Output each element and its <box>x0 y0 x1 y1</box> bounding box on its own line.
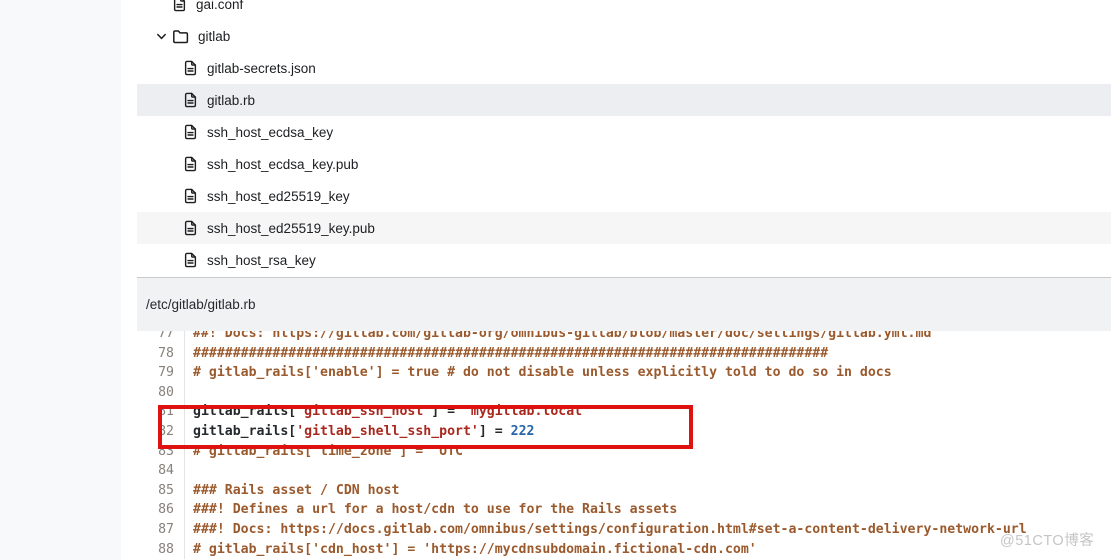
file-icon <box>183 60 198 76</box>
tree-item-label: gai.conf <box>196 0 244 12</box>
tree-item-gitlab[interactable]: gitlab <box>137 20 1111 52</box>
code-line: 81 gitlab_rails['gitlab_ssh_host'] = 'myg… <box>137 402 1111 422</box>
tree-item-gai-conf[interactable]: gai.conf <box>137 0 1111 20</box>
code-line: 82 gitlab_rails['gitlab_shell_ssh_port'] … <box>137 421 1111 442</box>
line-number[interactable]: 87 <box>137 519 185 540</box>
file-icon <box>183 124 198 140</box>
code-lines: 77 ##! Docs: https://gitlab.com/gitlab-or… <box>137 331 1111 560</box>
line-number[interactable]: 81 <box>137 402 185 422</box>
code-line-text: # gitlab_rails['cdn_host'] = 'https://my… <box>193 541 757 557</box>
line-number[interactable]: 85 <box>137 480 185 501</box>
code-line-text: ### Rails asset / CDN host <box>193 482 400 498</box>
line-number[interactable]: 78 <box>137 343 185 364</box>
line-number[interactable]: 77 <box>137 331 185 344</box>
code-line: 85 ### Rails asset / CDN host <box>137 480 1111 501</box>
tree-item-label: ssh_host_ed25519_key.pub <box>207 220 375 236</box>
code-line-text: # gitlab_rails['enable'] = true # do not… <box>193 365 892 381</box>
chevron-down-icon[interactable] <box>155 30 172 43</box>
tree-item-label: gitlab <box>198 28 231 44</box>
page-left-gutter <box>0 0 121 560</box>
code-line-text: gitlab_rails['gitlab_shell_ssh_port'] = … <box>193 423 535 439</box>
code-viewer: 77 ##! Docs: https://gitlab.com/gitlab-or… <box>137 331 1111 560</box>
tree-item-label: gitlab-secrets.json <box>207 60 316 76</box>
code-line: 77 ##! Docs: https://gitlab.com/gitlab-or… <box>137 331 1111 344</box>
line-number[interactable]: 83 <box>137 441 185 462</box>
file-icon <box>183 220 198 236</box>
line-number[interactable]: 79 <box>137 363 185 383</box>
file-tree: gai.conf gitlab gitlab-secrets.json gitlab.… <box>137 0 1111 277</box>
line-number[interactable]: 88 <box>137 539 185 560</box>
line-number[interactable]: 80 <box>137 382 185 403</box>
file-viewer-panel: gai.conf gitlab gitlab-secrets.json gitlab.… <box>137 0 1111 560</box>
code-line-text: gitlab_rails['gitlab_ssh_host'] = 'mygit… <box>193 404 591 420</box>
code-line-text: ########################################… <box>193 345 829 361</box>
file-icon <box>183 188 198 204</box>
tree-item-gitlab-secrets-json[interactable]: gitlab-secrets.json <box>137 52 1111 84</box>
tree-item-ssh-host-ed25519-key[interactable]: ssh_host_ed25519_key <box>137 180 1111 212</box>
tree-item-label: ssh_host_ed25519_key <box>207 188 350 204</box>
tree-item-ssh-host-ecdsa-key-pub[interactable]: ssh_host_ecdsa_key.pub <box>137 148 1111 180</box>
tree-item-label: ssh_host_ecdsa_key.pub <box>207 156 359 172</box>
code-line-text: # gitlab_rails['time_zone'] = 'UTC' <box>193 443 471 459</box>
code-line: 80 <box>137 382 1111 403</box>
code-line-text: ###! Defines a url for a host/cdn to use… <box>193 502 678 518</box>
code-line: 83 # gitlab_rails['time_zone'] = 'UTC' <box>137 441 1111 462</box>
file-path-bar: /etc/gitlab/gitlab.rb <box>137 278 1111 331</box>
file-path: /etc/gitlab/gitlab.rb <box>146 297 256 312</box>
folder-icon <box>172 29 189 44</box>
tree-item-ssh-host-ecdsa-key[interactable]: ssh_host_ecdsa_key <box>137 116 1111 148</box>
code-line-text: ##! Docs: https://gitlab.com/gitlab-org/… <box>193 331 932 341</box>
line-number[interactable]: 82 <box>137 421 185 442</box>
file-icon <box>183 156 198 172</box>
tree-item-ssh-host-rsa-key[interactable]: ssh_host_rsa_key <box>137 244 1111 276</box>
code-line: 88 # gitlab_rails['cdn_host'] = 'https://… <box>137 539 1111 560</box>
code-line: 84 <box>137 461 1111 481</box>
code-line: 79 # gitlab_rails['enable'] = true # do n… <box>137 363 1111 383</box>
code-line: 78 ######################################… <box>137 343 1111 364</box>
file-icon <box>183 92 198 108</box>
tree-item-label: ssh_host_ecdsa_key <box>207 124 334 140</box>
code-line: 86 ###! Defines a url for a host/cdn to u… <box>137 500 1111 520</box>
code-line-text: ###! Docs: https://docs.gitlab.com/omnib… <box>193 521 1027 537</box>
file-tree-rows: gai.conf gitlab gitlab-secrets.json gitlab.… <box>137 0 1111 276</box>
code-line: 87 ###! Docs: https://docs.gitlab.com/omn… <box>137 519 1111 540</box>
file-icon <box>183 252 198 268</box>
tree-item-label: ssh_host_rsa_key <box>207 252 316 268</box>
line-number[interactable]: 86 <box>137 500 185 520</box>
line-number[interactable]: 84 <box>137 461 185 481</box>
tree-item-gitlab-rb[interactable]: gitlab.rb <box>137 84 1111 116</box>
tree-item-ssh-host-ed25519-key-pub[interactable]: ssh_host_ed25519_key.pub <box>137 212 1111 244</box>
file-icon <box>172 0 187 12</box>
tree-item-label: gitlab.rb <box>207 92 256 108</box>
